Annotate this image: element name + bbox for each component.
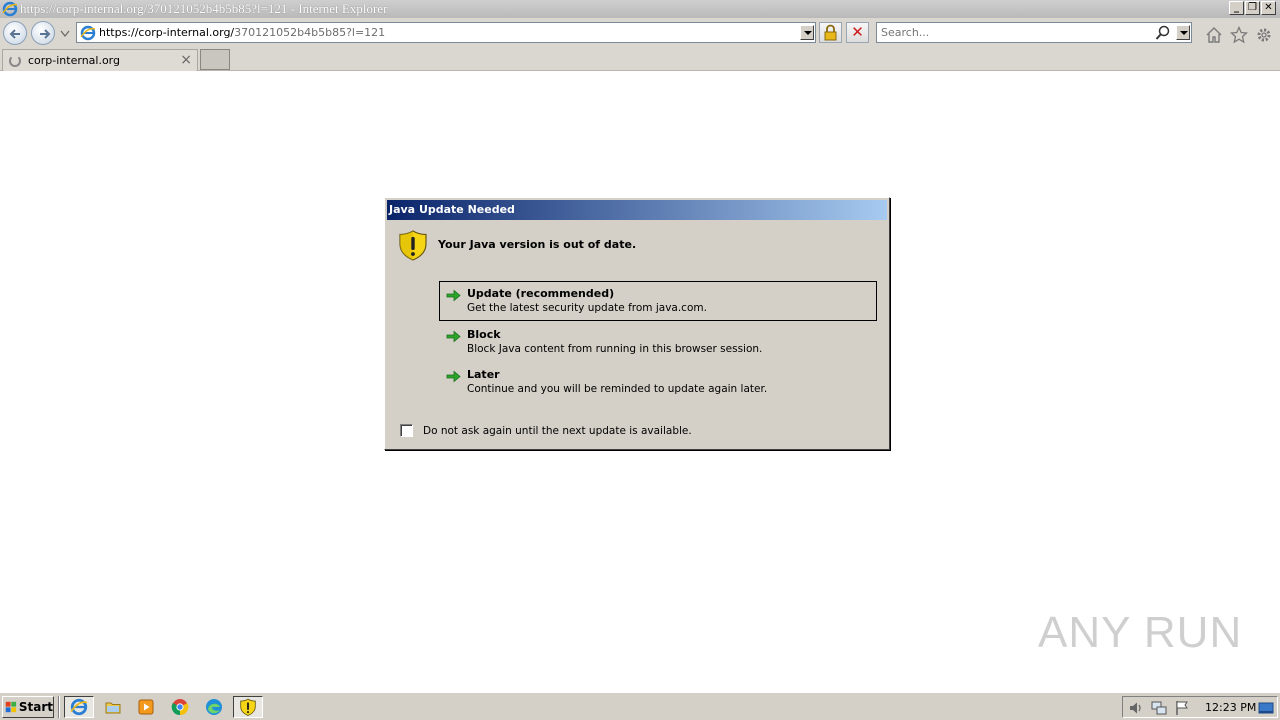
window-title: https://corp-internal.org/370121052b4b5b… (20, 1, 388, 16)
tab-corp-internal[interactable]: corp-internal.org × (2, 49, 198, 71)
dont-ask-again-label[interactable]: Do not ask again until the next update i… (423, 425, 692, 437)
ie-taskbar-icon (70, 698, 88, 716)
favorites-star-icon[interactable] (1230, 26, 1248, 44)
block-option-title: Block (467, 328, 501, 341)
history-dropdown-icon[interactable] (60, 30, 70, 38)
update-option[interactable]: Update (recommended) Get the latest secu… (439, 281, 877, 321)
green-arrow-icon (446, 330, 461, 343)
java-update-dialog: Java Update Needed Your Java version is … (384, 197, 890, 450)
edge-icon (206, 699, 222, 715)
close-window-button[interactable]: ✕ (1261, 1, 1276, 15)
tab-bar: corp-internal.org × (0, 48, 1280, 71)
tab-label: corp-internal.org (28, 54, 120, 67)
update-option-desc: Get the latest security update from java… (467, 302, 707, 314)
media-player-icon (138, 699, 154, 715)
minimize-button[interactable]: _ (1229, 1, 1244, 15)
address-dropdown-button[interactable] (800, 25, 814, 40)
search-dropdown-button[interactable] (1176, 25, 1190, 40)
action-center-flag-icon[interactable] (1174, 700, 1190, 716)
taskbar-ie[interactable] (64, 696, 94, 718)
windows-logo-icon (5, 701, 17, 713)
dont-ask-again-row[interactable]: Do not ask again until the next update i… (400, 424, 692, 437)
taskbar-separator (58, 696, 60, 718)
later-option-desc: Continue and you will be reminded to upd… (467, 383, 768, 395)
back-button[interactable] (3, 21, 27, 45)
new-tab-button[interactable] (200, 49, 230, 70)
restore-button[interactable]: ❐ (1245, 1, 1260, 15)
settings-gear-icon[interactable] (1255, 26, 1273, 44)
search-icon[interactable] (1155, 25, 1171, 41)
dialog-heading: Your Java version is out of date. (438, 238, 637, 251)
url-host: https://corp-internal.org/ (99, 26, 235, 39)
search-input[interactable] (881, 26, 1151, 39)
update-option-title: Update (recommended) (467, 287, 615, 300)
network-icon[interactable] (1151, 700, 1167, 716)
chrome-icon (171, 699, 189, 716)
loading-spinner-icon (9, 54, 21, 67)
taskbar-edge[interactable] (199, 696, 229, 718)
url-path: 370121052b4b5b85?l=121 (234, 26, 386, 39)
folder-icon (105, 702, 121, 714)
taskbar-clock[interactable]: 12:23 PM (1205, 701, 1256, 714)
window-titlebar: https://corp-internal.org/370121052b4b5b… (0, 0, 1280, 18)
taskbar-chrome[interactable] (165, 696, 195, 718)
security-lock-button[interactable] (819, 22, 842, 43)
dialog-title: Java Update Needed (387, 200, 887, 220)
warning-shield-taskbar-icon (240, 698, 256, 716)
lock-icon (824, 24, 837, 41)
later-option[interactable]: Later Continue and you will be reminded … (439, 362, 877, 402)
taskbar-java-alert[interactable] (233, 696, 263, 718)
navigation-bar: https://corp-internal.org/370121052b4b5b… (0, 18, 1280, 48)
forward-arrow-icon (40, 29, 51, 39)
back-arrow-icon (9, 29, 20, 39)
stop-button[interactable]: ✕ (846, 22, 869, 43)
volume-icon[interactable] (1128, 700, 1144, 716)
search-box[interactable] (876, 22, 1192, 43)
home-icon[interactable] (1205, 26, 1223, 44)
green-arrow-icon (446, 289, 461, 302)
warning-shield-icon (399, 230, 427, 261)
tab-close-button[interactable]: × (180, 52, 192, 68)
later-option-title: Later (467, 368, 500, 381)
address-url[interactable]: https://corp-internal.org/370121052b4b5b… (99, 26, 385, 39)
green-arrow-icon (446, 370, 461, 383)
close-x-icon: ✕ (851, 23, 864, 41)
anyrun-watermark: ANY RUN (1038, 608, 1242, 658)
window-controls: _ ❐ ✕ (1229, 1, 1276, 15)
taskbar: Start 12:23 PM (0, 692, 1280, 720)
taskbar-explorer[interactable] (98, 696, 128, 718)
system-tray: 12:23 PM (1122, 696, 1278, 718)
watermark-text: ANY RUN (1038, 608, 1243, 657)
block-option-desc: Block Java content from running in this … (467, 343, 763, 355)
show-desktop-icon[interactable] (1258, 700, 1274, 716)
address-bar[interactable]: https://corp-internal.org/370121052b4b5b… (76, 22, 816, 43)
block-option[interactable]: Block Block Java content from running in… (439, 322, 877, 362)
start-label: Start (18, 700, 53, 714)
dont-ask-again-checkbox[interactable] (400, 424, 413, 437)
ie-logo-icon (2, 1, 18, 17)
ie-page-icon (80, 25, 96, 40)
forward-button[interactable] (31, 21, 55, 45)
taskbar-media-player[interactable] (131, 696, 161, 718)
start-button[interactable]: Start (2, 696, 54, 718)
